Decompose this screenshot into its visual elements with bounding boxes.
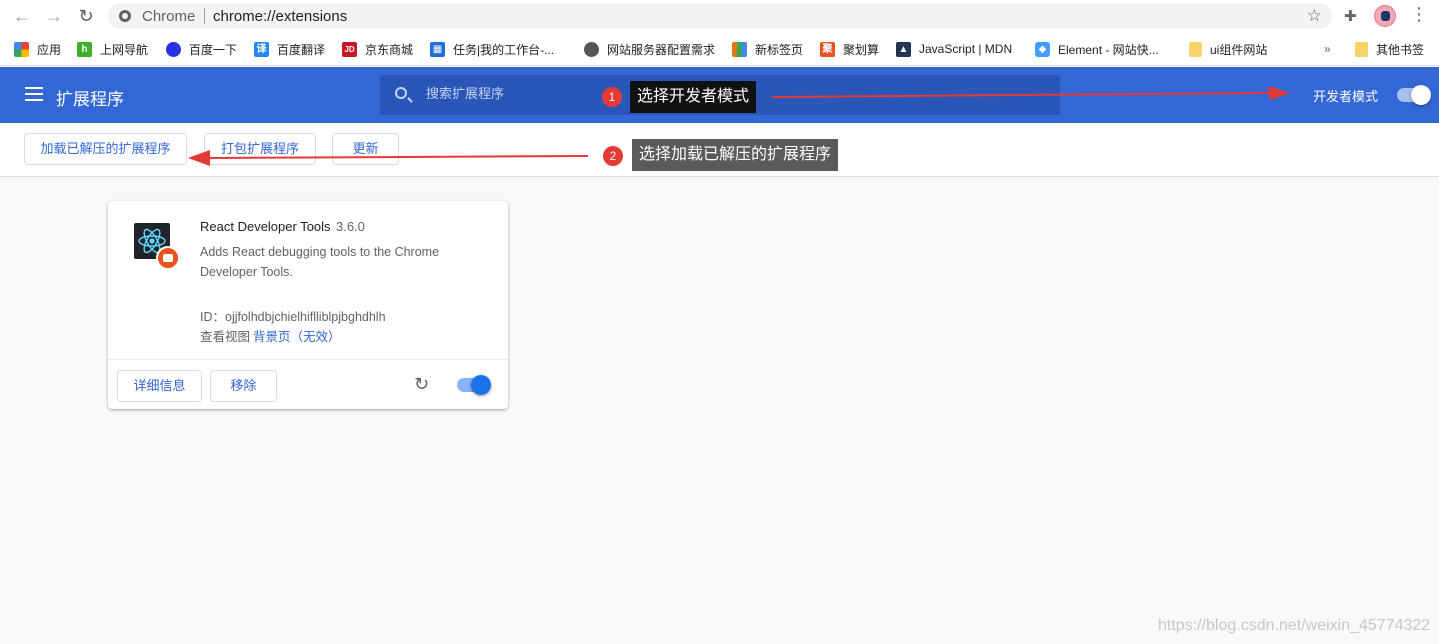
bookmark-label: 聚划算 (843, 42, 880, 57)
page-title: 扩展程序 (56, 90, 124, 109)
translate-icon: 译 (254, 41, 269, 57)
bookmark-label: 上网导航 (100, 42, 149, 57)
watermark: https://blog.csdn.net/weixin_45774322 (1158, 617, 1431, 634)
hao-icon: h (77, 41, 92, 57)
bookmark-label: ui组件网站 (1210, 42, 1268, 57)
extension-id: ID：ojjfolhdbjchielhiflliblpjbghdhlh (200, 310, 386, 324)
unpacked-badge-icon (156, 246, 180, 270)
bookmark-label: 京东商城 (365, 42, 414, 57)
inspect-views: 查看视图 背景页（无效） (200, 326, 341, 345)
step-2-callout: 选择加载已解压的扩展程序 (632, 139, 839, 171)
address-bar[interactable]: Chrome chrome://extensions ☆ (108, 3, 1332, 29)
bookmark-translate[interactable]: 译 百度翻译 (254, 40, 325, 58)
globe-icon (584, 41, 599, 57)
avatar[interactable] (1374, 5, 1396, 27)
mdn-icon: ▲ (896, 41, 911, 57)
bookmark-label: 网站服务器配置需求 (607, 42, 716, 57)
pack-extension-button[interactable]: 打包扩展程序 (204, 133, 316, 165)
update-button[interactable]: 更新 (332, 133, 399, 165)
more-bookmarks-icon[interactable]: » (1324, 40, 1331, 58)
extension-version: 3.6.0 (336, 219, 365, 234)
bookmark-apps[interactable]: 应用 (14, 40, 61, 58)
bookmark-hao[interactable]: h 上网导航 (77, 40, 148, 58)
divider (204, 8, 205, 24)
bookmark-server[interactable]: 网站服务器配置需求 (584, 40, 715, 58)
bookmark-newtab[interactable]: 新标签页 (732, 40, 803, 58)
step-1-number: 1 (602, 87, 622, 107)
bookmark-label: 百度一下 (189, 42, 238, 57)
folder-icon (1189, 41, 1202, 57)
browser-toolbar: ← → ↻ Chrome chrome://extensions ☆ ✚ ⋮ (0, 0, 1439, 33)
load-unpacked-button[interactable]: 加载已解压的扩展程序 (24, 133, 187, 165)
bookmark-baidu[interactable]: 百度一下 (166, 40, 237, 58)
star-icon[interactable]: ☆ (1307, 6, 1322, 26)
folder-icon (1355, 41, 1368, 57)
bookmark-label: » (1324, 42, 1331, 56)
bookmark-element[interactable]: ◆ Element - 网站快... (1035, 40, 1159, 58)
puzzle-icon[interactable]: ✚ (1344, 7, 1357, 25)
card-footer: 详细信息 移除 ↻ (108, 359, 508, 409)
reload-extension-icon[interactable]: ↻ (414, 374, 429, 395)
back-icon[interactable]: ← (11, 5, 33, 27)
dev-mode-toggle[interactable] (1397, 85, 1431, 105)
bookmark-label: 其他书签 (1376, 42, 1425, 57)
bookmark-mdn[interactable]: ▲ JavaScript | MDN (896, 40, 1012, 58)
bookmark-juhuasuan[interactable]: 聚 聚划算 (820, 40, 879, 58)
menu-icon[interactable] (25, 87, 43, 101)
bookmark-ui-folder[interactable]: ui组件网站 (1189, 40, 1267, 58)
bookmark-label: Element - 网站快... (1058, 42, 1159, 57)
extension-name: React Developer Tools (200, 219, 331, 234)
more-vert-icon[interactable]: ⋮ (1410, 4, 1428, 25)
bookmarks-bar: 应用 h 上网导航 百度一下 译 百度翻译 JD 京东商城 ▦ 任务|我的工作台… (0, 33, 1439, 66)
extension-card: React Developer Tools 3.6.0 Adds React d… (108, 201, 508, 409)
forward-icon[interactable]: → (43, 5, 65, 27)
chrome-icon (119, 10, 131, 22)
task-icon: ▦ (430, 41, 445, 57)
element-icon: ◆ (1035, 41, 1050, 57)
jd-icon: JD (342, 41, 357, 57)
step-1-callout: 选择开发者模式 (630, 81, 757, 113)
inspect-views-label: 查看视图 (200, 330, 251, 344)
bookmark-label: 应用 (37, 42, 62, 57)
site-name: Chrome (142, 8, 196, 25)
dev-mode-label: 开发者模式 (1313, 89, 1379, 104)
apps-grid-icon (14, 41, 29, 57)
extension-enable-toggle[interactable] (457, 375, 491, 395)
juhuasuan-icon: 聚 (820, 41, 835, 57)
baidu-paw-icon (166, 41, 181, 57)
search-icon (395, 87, 407, 99)
bookmark-label: 新标签页 (755, 42, 804, 57)
step-2-number: 2 (603, 146, 623, 166)
remove-button[interactable]: 移除 (210, 370, 277, 402)
bookmark-label: 百度翻译 (277, 42, 326, 57)
bookmark-jd[interactable]: JD 京东商城 (342, 40, 413, 58)
bookmark-label: 任务|我的工作台-... (453, 42, 555, 57)
bookmark-label: JavaScript | MDN (919, 42, 1013, 56)
reload-icon[interactable]: ↻ (75, 5, 97, 27)
chart-icon (732, 41, 747, 57)
url-text[interactable]: chrome://extensions (213, 8, 347, 25)
background-page-link[interactable]: 背景页（无效） (253, 330, 341, 344)
bookmark-other[interactable]: 其他书签 (1355, 40, 1424, 58)
extension-description: Adds React debugging tools to the Chrome… (200, 245, 440, 279)
details-button[interactable]: 详细信息 (117, 370, 202, 402)
bookmark-task[interactable]: ▦ 任务|我的工作台-... (430, 40, 554, 58)
